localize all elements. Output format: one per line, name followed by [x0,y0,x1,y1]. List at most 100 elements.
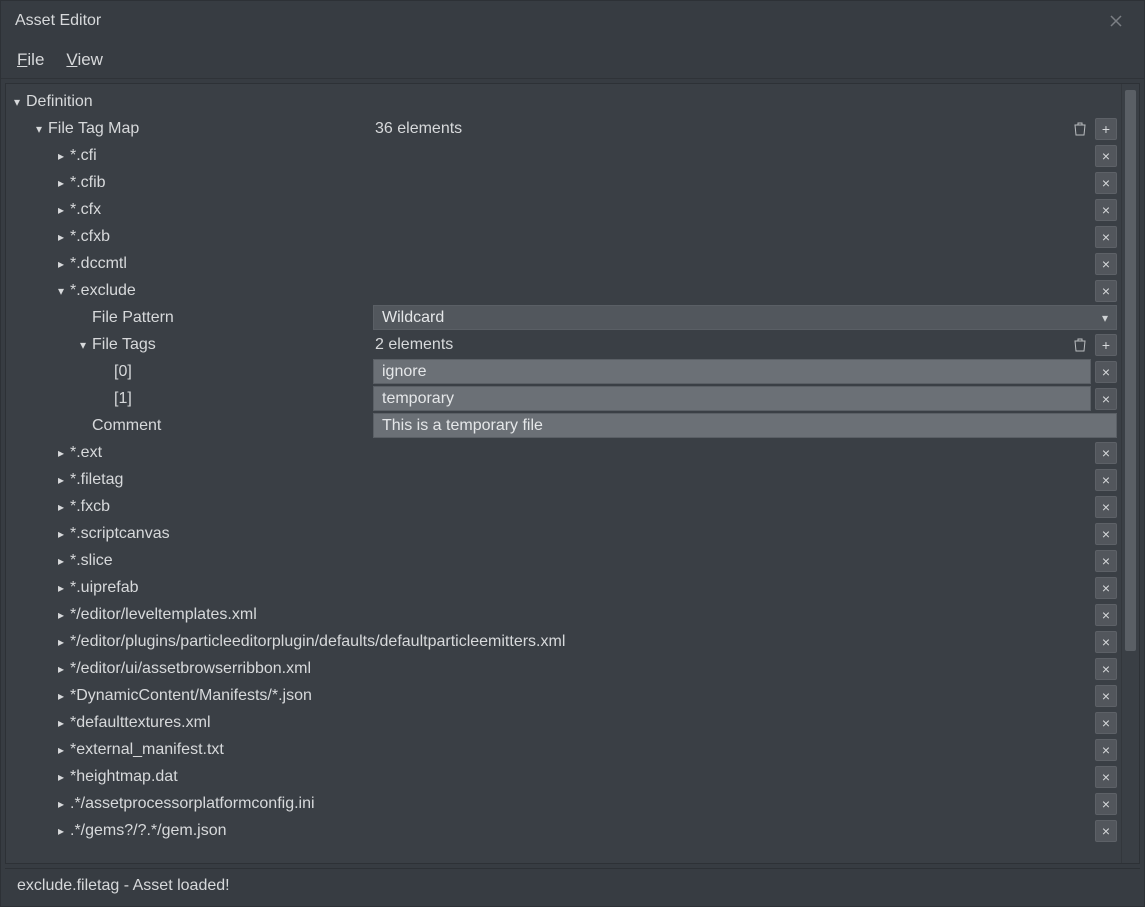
remove-button[interactable]: × [1095,766,1117,788]
tag-input[interactable]: temporary [373,386,1091,411]
tree-label: File Tag Map [48,120,139,138]
remove-button[interactable]: × [1095,550,1117,572]
tree-label: *.cfi [70,147,97,165]
window-title: Asset Editor [9,12,1096,30]
tree-label: .*/assetprocessorplatformconfig.ini [70,795,315,813]
tree-label: *external_manifest.txt [70,741,224,759]
chevron-right-icon[interactable]: ▸ [52,716,70,730]
tree-row: ▸*/editor/ui/assetbrowserribbon.xml × [8,655,1121,682]
chevron-right-icon[interactable]: ▸ [52,797,70,811]
tree-row: ▸*.cfx× [8,196,1121,223]
chevron-down-icon[interactable]: ▾ [52,284,70,298]
tree-row: ▸[0]ignore× [8,358,1121,385]
tree-label: *.slice [70,552,113,570]
remove-button[interactable]: × [1095,658,1117,680]
chevron-right-icon[interactable]: ▸ [52,230,70,244]
asset-editor-window: Asset Editor File View ▾Definition▾File … [0,0,1145,907]
tree-label: .*/gems?/?.*/gem.json [70,822,227,840]
trash-icon[interactable] [1069,118,1091,140]
remove-button[interactable]: × [1095,172,1117,194]
remove-button[interactable]: × [1095,280,1117,302]
chevron-down-icon[interactable]: ▾ [8,95,26,109]
tree-row: ▸*DynamicContent/Manifests/*.json× [8,682,1121,709]
tree-container[interactable]: ▾Definition▾File Tag Map36 elements+▸*.c… [6,84,1121,863]
remove-button[interactable]: × [1095,739,1117,761]
tag-input[interactable]: ignore [373,359,1091,384]
tree-label: File Pattern [92,309,174,327]
tree-label: Comment [92,417,161,435]
remove-button[interactable]: × [1095,469,1117,491]
trash-icon[interactable] [1069,334,1091,356]
chevron-down-icon[interactable]: ▾ [30,122,48,136]
chevron-right-icon[interactable]: ▸ [52,581,70,595]
tree-label: [0] [114,363,132,381]
remove-button[interactable]: × [1095,793,1117,815]
remove-button[interactable]: × [1095,442,1117,464]
tree-row: ▸*/editor/leveltemplates.xml × [8,601,1121,628]
tree-label: *.cfib [70,174,106,192]
remove-button[interactable]: × [1095,145,1117,167]
remove-button[interactable]: × [1095,361,1117,383]
remove-button[interactable]: × [1095,388,1117,410]
tree-label: *.exclude [70,282,136,300]
titlebar: Asset Editor [1,1,1144,41]
remove-button[interactable]: × [1095,577,1117,599]
tree-row: ▸*.dccmtl× [8,250,1121,277]
chevron-right-icon[interactable]: ▸ [52,257,70,271]
window-close-button[interactable] [1096,1,1136,41]
tree-row: ▸[1]temporary× [8,385,1121,412]
file-pattern-select[interactable]: Wildcard▾ [373,305,1117,330]
chevron-right-icon[interactable]: ▸ [52,743,70,757]
remove-button[interactable]: × [1095,685,1117,707]
remove-button[interactable]: × [1095,712,1117,734]
tree-row: ▸.*/assetprocessorplatformconfig.ini × [8,790,1121,817]
chevron-right-icon[interactable]: ▸ [52,770,70,784]
tree-row: ▸*.fxcb × [8,493,1121,520]
add-button[interactable]: + [1095,118,1117,140]
tree-row: ▸*external_manifest.txt × [8,736,1121,763]
remove-button[interactable]: × [1095,820,1117,842]
chevron-right-icon[interactable]: ▸ [52,824,70,838]
tree-panel: ▾Definition▾File Tag Map36 elements+▸*.c… [5,83,1140,864]
tree-label: *.scriptcanvas [70,525,170,543]
file-tags-count: 2 elements [373,336,1065,354]
add-button[interactable]: + [1095,334,1117,356]
map-count: 36 elements [373,120,1065,138]
chevron-down-icon[interactable]: ▾ [74,338,92,352]
tree-label: *.fxcb [70,498,110,516]
remove-button[interactable]: × [1095,496,1117,518]
remove-button[interactable]: × [1095,199,1117,221]
chevron-right-icon[interactable]: ▸ [52,662,70,676]
chevron-right-icon[interactable]: ▸ [52,203,70,217]
remove-button[interactable]: × [1095,604,1117,626]
menu-view[interactable]: View [66,50,103,70]
tree-row: ▸CommentThis is a temporary file [8,412,1121,439]
tree-label: */editor/ui/assetbrowserribbon.xml [70,660,311,678]
tree-label: */editor/leveltemplates.xml [70,606,257,624]
menu-file[interactable]: File [17,50,44,70]
chevron-right-icon[interactable]: ▸ [52,149,70,163]
chevron-right-icon[interactable]: ▸ [52,689,70,703]
remove-button[interactable]: × [1095,631,1117,653]
remove-button[interactable]: × [1095,523,1117,545]
tree-label: [1] [114,390,132,408]
scrollbar-thumb[interactable] [1125,90,1136,651]
chevron-down-icon: ▾ [1102,311,1108,325]
chevron-right-icon[interactable]: ▸ [52,527,70,541]
chevron-right-icon[interactable]: ▸ [52,473,70,487]
tree-label: *defaulttextures.xml [70,714,211,732]
chevron-right-icon[interactable]: ▸ [52,500,70,514]
chevron-right-icon[interactable]: ▸ [52,608,70,622]
vertical-scrollbar[interactable] [1121,84,1139,863]
tree-row: ▸*.slice × [8,547,1121,574]
tree-label: *.filetag [70,471,123,489]
chevron-right-icon[interactable]: ▸ [52,635,70,649]
tree-row: ▸*.filetag × [8,466,1121,493]
chevron-right-icon[interactable]: ▸ [52,176,70,190]
chevron-right-icon[interactable]: ▸ [52,554,70,568]
tree-row: ▸*defaulttextures.xml × [8,709,1121,736]
chevron-right-icon[interactable]: ▸ [52,446,70,460]
comment-input[interactable]: This is a temporary file [373,413,1117,438]
remove-button[interactable]: × [1095,253,1117,275]
remove-button[interactable]: × [1095,226,1117,248]
